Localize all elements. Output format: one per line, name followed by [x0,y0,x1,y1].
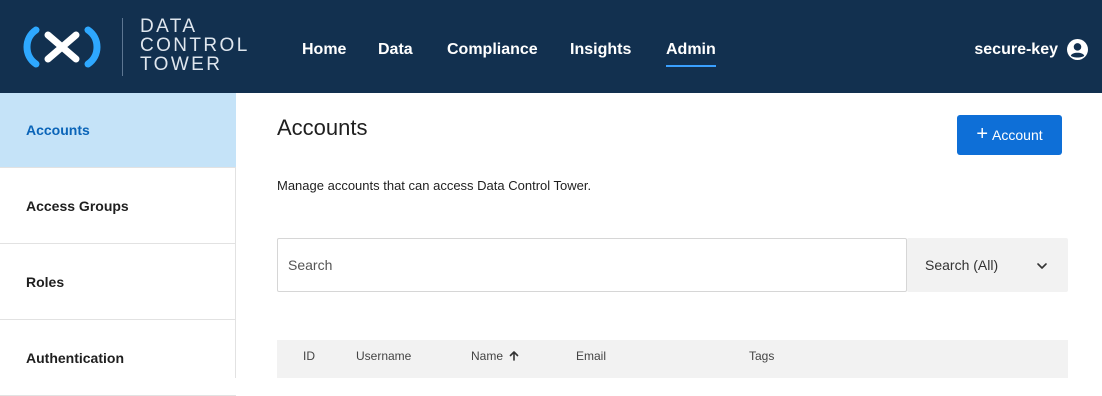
nav-home[interactable]: Home [302,38,346,62]
nav-insights[interactable]: Insights [570,38,631,62]
sort-ascending-arrow-icon [509,351,519,361]
nav-compliance[interactable]: Compliance [447,38,538,62]
sidebar-item-label: Access Groups [26,198,129,214]
column-header-tags[interactable]: Tags [749,340,774,372]
sidebar-item-label: Authentication [26,350,124,366]
brand-line-1: DATA [140,16,198,37]
search-scope-dropdown[interactable]: Search (All) [907,238,1068,292]
sidebar-item-label: Roles [26,274,65,290]
column-header-name[interactable]: Name [471,340,519,372]
column-header-email[interactable]: Email [576,340,606,372]
add-account-label: Account [992,127,1043,143]
main-content: Accounts + Account Manage accounts that … [277,93,1102,378]
sidebar-item-label: Accounts [26,122,90,138]
user-circle-icon[interactable] [1067,39,1088,60]
brand-wordmark: DATA CONTROL TOWER [140,17,250,74]
nav-data[interactable]: Data [378,38,413,62]
search-field [277,238,907,292]
column-header-id[interactable]: ID [303,340,315,372]
user-name[interactable]: secure-key [974,38,1058,62]
top-navigation-bar: DATA CONTROL TOWER Home Data Compliance … [0,0,1102,93]
search-input[interactable] [278,239,906,291]
chevron-down-icon [1037,263,1047,269]
admin-sidebar: Accounts Access Groups Roles Authenticat… [0,93,236,396]
accounts-table-header: ID Username Name Email Tags [277,340,1068,378]
sidebar-item-accounts[interactable]: Accounts [0,93,236,168]
column-header-name-label: Name [471,349,504,363]
nav-admin[interactable]: Admin [666,38,716,67]
search-scope-value: Search (All) [925,257,999,273]
column-header-username[interactable]: Username [356,340,411,372]
page-title: Accounts [277,115,368,140]
sidebar-item-authentication[interactable]: Authentication [0,321,236,396]
add-account-button[interactable]: + Account [957,115,1062,155]
brand-line-3: TOWER [140,54,223,75]
brand-line-2: CONTROL [140,35,250,56]
page-description: Manage accounts that can access Data Con… [277,178,592,193]
sidebar-item-access-groups[interactable]: Access Groups [0,169,236,244]
sidebar-item-roles[interactable]: Roles [0,245,236,320]
dct-logo-icon[interactable] [22,24,102,70]
logo-divider [122,18,123,76]
plus-icon: + [976,123,989,145]
